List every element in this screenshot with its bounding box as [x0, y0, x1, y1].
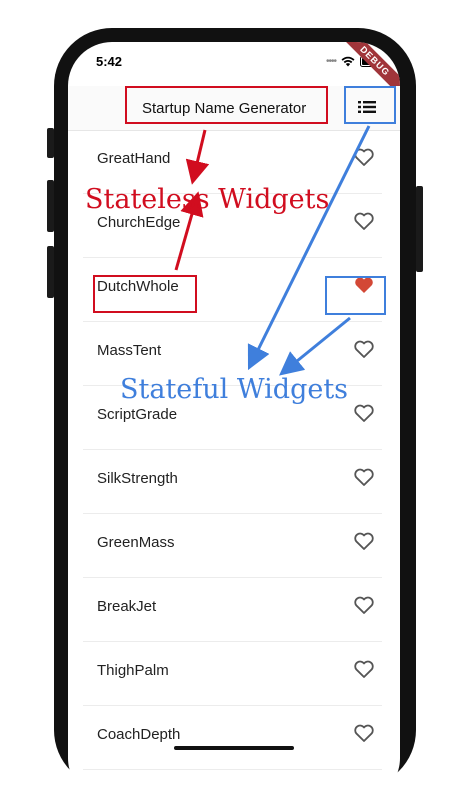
list-item[interactable]: BreakJet	[83, 578, 382, 642]
list-item-label: ThighPalm	[97, 662, 169, 679]
list-item[interactable]: ThighPalm	[83, 642, 382, 706]
app-screen: 5:42 •••• DEBUG Startup Name Generator G…	[68, 42, 400, 802]
heart-outline-icon[interactable]	[354, 724, 374, 742]
annotation-box-list-icon	[344, 86, 396, 124]
list-item-label: CoachDepth	[97, 726, 181, 743]
annotation-box-title	[125, 86, 328, 124]
stateful-widgets-label: Stateful Widgets	[120, 374, 349, 405]
list-item[interactable]: CoachDepth	[83, 706, 382, 770]
phone-volume-up	[47, 180, 54, 232]
status-time: 5:42	[96, 54, 123, 69]
list-item-label: ChurchEdge	[97, 214, 181, 231]
phone-power-button	[416, 186, 423, 272]
list-item[interactable]: SilkStrength	[83, 450, 382, 514]
heart-outline-icon[interactable]	[354, 404, 374, 422]
heart-outline-icon[interactable]	[354, 212, 374, 230]
heart-outline-icon[interactable]	[354, 660, 374, 678]
list-item-label: GreenMass	[97, 534, 175, 551]
phone-volume-down	[47, 246, 54, 298]
signal-icon: ••••	[325, 56, 337, 67]
heart-outline-icon[interactable]	[354, 596, 374, 614]
annotation-box-dutchwhole	[93, 275, 197, 313]
heart-outline-icon[interactable]	[354, 148, 374, 166]
heart-outline-icon[interactable]	[354, 468, 374, 486]
list-item-label: GreatHand	[97, 150, 171, 167]
phone-side-button	[47, 128, 54, 158]
list-item[interactable]: GreenMass	[83, 514, 382, 578]
heart-outline-icon[interactable]	[354, 532, 374, 550]
list-item-label: SilkStrength	[97, 470, 178, 487]
annotation-box-heart	[325, 276, 386, 315]
name-list: GreatHand ChurchEdge DutchWhole MassTent Scr…	[68, 130, 400, 770]
status-bar: 5:42 •••• DEBUG	[68, 42, 400, 105]
wifi-icon	[341, 56, 355, 67]
list-item-label: ScriptGrade	[97, 406, 178, 423]
list-item-label: MassTent	[97, 342, 162, 359]
stateless-widgets-label: Stateless Widgets	[85, 184, 330, 215]
heart-outline-icon[interactable]	[354, 340, 374, 358]
home-indicator[interactable]	[174, 746, 294, 750]
list-item-label: BreakJet	[97, 598, 157, 615]
